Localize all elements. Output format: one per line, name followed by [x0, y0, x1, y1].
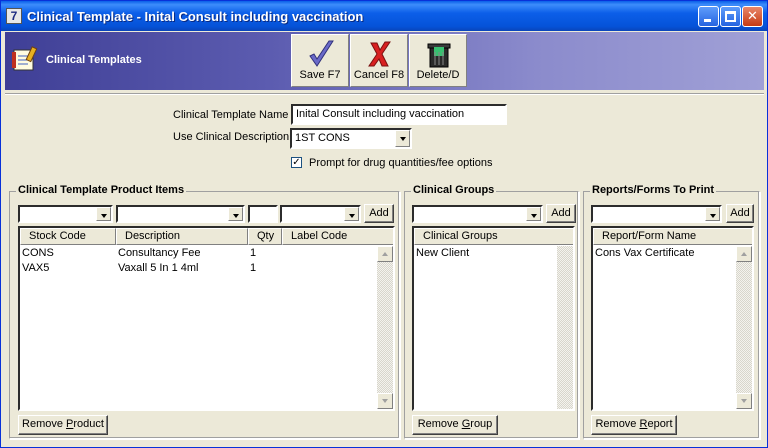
header-band: Clinical Templates Save F7 Cancel F8 Del… — [5, 32, 764, 90]
vertical-scrollbar[interactable] — [557, 246, 573, 409]
column-header-label-code[interactable]: Label Code — [282, 228, 393, 245]
stock-code-select[interactable] — [18, 205, 113, 223]
stock-code-cell: VAX5 — [22, 262, 50, 274]
stock-code-cell: CONS — [22, 247, 54, 259]
reports-title: Reports/Forms To Print — [590, 184, 717, 196]
product-items-title: Clinical Template Product Items — [16, 184, 187, 196]
minimize-button[interactable] — [698, 6, 719, 27]
table-row[interactable]: CONS Consultancy Fee 1 — [20, 246, 393, 261]
header-divider — [5, 93, 764, 95]
chevron-down-icon[interactable] — [228, 207, 243, 221]
window-title: Clinical Template - Inital Consult inclu… — [27, 9, 364, 24]
remove-report-button[interactable]: Remove Report — [591, 415, 677, 435]
clinical-groups-list[interactable]: Clinical Groups New Client — [412, 226, 575, 411]
column-header-clinical-groups[interactable]: Clinical Groups — [414, 228, 573, 245]
clinical-group-cell: New Client — [416, 247, 470, 259]
add-group-button[interactable]: Add — [546, 204, 576, 223]
save-label: Save F7 — [299, 69, 341, 81]
column-header-report-name[interactable]: Report/Form Name — [593, 228, 752, 245]
scroll-up-icon[interactable] — [736, 246, 752, 262]
clinical-groups-group: Clinical Groups Add Clinical Groups New … — [404, 184, 579, 439]
title-bar[interactable]: 7 Clinical Template - Inital Consult inc… — [1, 1, 767, 31]
minimize-icon — [704, 19, 711, 22]
list-header: Clinical Groups — [414, 228, 573, 245]
delete-button[interactable]: Delete/D — [409, 34, 467, 87]
list-header: Report/Form Name — [593, 228, 752, 245]
column-header-stock-code[interactable]: Stock Code — [20, 228, 116, 245]
qty-cell: 1 — [250, 247, 257, 259]
section-title: Clinical Templates — [46, 54, 142, 66]
qty-input[interactable] — [248, 205, 278, 223]
label-code-select[interactable] — [280, 205, 361, 223]
close-button[interactable]: ✕ — [742, 6, 763, 27]
clinical-groups-title: Clinical Groups — [411, 184, 497, 196]
report-select[interactable] — [591, 205, 722, 223]
column-header-qty[interactable]: Qty — [248, 228, 282, 245]
remove-group-button[interactable]: Remove Group — [412, 415, 498, 435]
chevron-down-icon[interactable] — [395, 130, 410, 147]
vertical-scrollbar[interactable] — [736, 246, 752, 409]
add-product-button[interactable]: Add — [364, 204, 394, 223]
reports-group: Reports/Forms To Print Add Report/Form N… — [583, 184, 760, 439]
clinical-description-value: 1ST CONS — [295, 132, 350, 144]
trash-can-icon — [427, 43, 451, 68]
delete-label: Delete/D — [416, 69, 460, 81]
template-name-input[interactable]: Inital Consult including vaccination — [291, 104, 507, 125]
red-x-icon — [368, 41, 391, 67]
description-select[interactable] — [116, 205, 245, 223]
report-name-cell: Cons Vax Certificate — [595, 247, 695, 259]
app-icon: 7 — [6, 8, 22, 24]
save-button[interactable]: Save F7 — [291, 34, 349, 87]
product-items-list[interactable]: Stock Code Description Qty Label Code CO… — [18, 226, 395, 411]
product-items-group: Clinical Template Product Items Add Stoc… — [9, 184, 400, 439]
qty-cell: 1 — [250, 262, 257, 274]
prompt-checkbox[interactable]: ✓ — [291, 157, 302, 168]
close-icon: ✕ — [747, 9, 758, 24]
cancel-label: Cancel F8 — [353, 69, 405, 81]
chevron-down-icon[interactable] — [526, 207, 541, 221]
template-name-label: Clinical Template Name — [173, 109, 289, 121]
clinical-description-label: Use Clinical Description — [173, 131, 290, 143]
description-cell: Vaxall 5 In 1 4ml — [118, 262, 199, 274]
list-header: Stock Code Description Qty Label Code — [20, 228, 393, 245]
clinical-description-select[interactable]: 1ST CONS — [290, 128, 412, 149]
cancel-button[interactable]: Cancel F8 — [350, 34, 408, 87]
remove-product-button[interactable]: Remove Product — [18, 415, 108, 435]
column-header-description[interactable]: Description — [116, 228, 248, 245]
scroll-up-icon[interactable] — [377, 246, 393, 262]
maximize-icon — [725, 11, 736, 22]
maximize-button[interactable] — [720, 6, 741, 27]
table-row[interactable]: VAX5 Vaxall 5 In 1 4ml 1 — [20, 261, 393, 276]
clinical-group-select[interactable] — [412, 205, 543, 223]
reports-list[interactable]: Report/Form Name Cons Vax Certificate — [591, 226, 754, 411]
vertical-scrollbar[interactable] — [377, 246, 393, 409]
notepad-icon — [12, 46, 38, 71]
prompt-checkbox-label: Prompt for drug quantities/fee options — [309, 157, 493, 169]
main-window: 7 Clinical Template - Inital Consult inc… — [0, 0, 768, 448]
scroll-down-icon[interactable] — [736, 393, 752, 409]
add-report-button[interactable]: Add — [726, 204, 754, 223]
list-item[interactable]: Cons Vax Certificate — [593, 246, 752, 261]
description-cell: Consultancy Fee — [118, 247, 201, 259]
checkmark-icon — [309, 40, 334, 67]
chevron-down-icon[interactable] — [705, 207, 720, 221]
list-item[interactable]: New Client — [414, 246, 573, 261]
chevron-down-icon[interactable] — [344, 207, 359, 221]
chevron-down-icon[interactable] — [96, 207, 111, 221]
scroll-down-icon[interactable] — [377, 393, 393, 409]
